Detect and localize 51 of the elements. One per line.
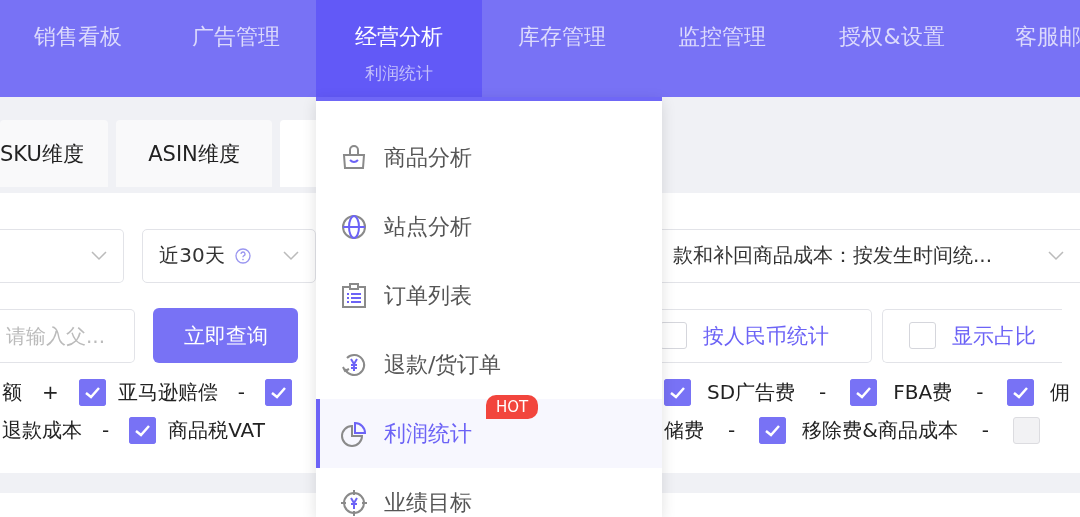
fee-label: 佣 — [1050, 378, 1071, 406]
shopping-bag-icon — [340, 143, 368, 172]
operator-sign: - — [727, 418, 737, 442]
hot-badge: HOT — [486, 395, 539, 419]
checkbox[interactable] — [1007, 378, 1035, 406]
nav-tab[interactable]: 监控管理 — [642, 0, 802, 97]
nav-subtitle: 利润统计 — [365, 62, 433, 85]
checkbox[interactable] — [759, 416, 787, 444]
fee-label: 额 — [2, 378, 22, 406]
help-icon — [234, 247, 251, 264]
tab[interactable]: SKU维度 — [0, 120, 108, 187]
nav-tab[interactable]: 客服邮 — [982, 0, 1080, 97]
checkbox[interactable] — [909, 322, 936, 349]
nav-tab[interactable]: 经营分析 利润统计 — [316, 0, 482, 97]
operator-sign: + — [41, 380, 60, 404]
nav-tab[interactable]: 授权&设置 — [802, 0, 982, 97]
nav-tab[interactable]: 库存管理 — [482, 0, 642, 97]
menu-item[interactable]: 商品分析 — [316, 123, 662, 192]
checkbox[interactable] — [1013, 416, 1041, 444]
checkbox[interactable] — [664, 378, 691, 406]
nav-tab[interactable]: 销售看板 — [0, 0, 156, 97]
tab[interactable]: ASIN维度 — [116, 120, 272, 187]
fee-label: 退款成本 — [2, 416, 82, 444]
checkbox[interactable] — [850, 378, 878, 406]
chevron-down-icon — [283, 250, 299, 261]
search-field[interactable]: 请输入父... — [0, 308, 135, 363]
checkbox[interactable] — [265, 378, 292, 406]
clipboard-list-icon — [340, 281, 368, 310]
checkbox[interactable] — [78, 378, 106, 406]
date-select[interactable]: 近30天 — [142, 228, 316, 283]
globe-icon — [340, 212, 368, 241]
nav-tab[interactable]: 广告管理 — [156, 0, 316, 97]
fee-label: 移除费&商品成本 — [802, 416, 958, 444]
chevron-down-icon — [1048, 250, 1064, 261]
operator-sign: - — [975, 380, 985, 404]
fee-label: 亚马逊赔偿 — [117, 378, 218, 406]
pie-chart-icon — [340, 419, 368, 448]
operator-sign: - — [101, 418, 111, 442]
fee-label: SD广告费 — [707, 378, 796, 406]
checkbox[interactable] — [129, 416, 157, 444]
checkbox[interactable] — [660, 322, 687, 349]
operator-sign: - — [236, 380, 246, 404]
menu-item[interactable]: 业绩目标 — [316, 468, 662, 517]
chevron-down-icon — [91, 250, 108, 261]
operator-sign: - — [818, 380, 828, 404]
fee-label: 商品税VAT — [168, 416, 265, 444]
fee-label: FBA费 — [893, 378, 953, 406]
fee-label: 储费 — [664, 416, 704, 444]
query-button[interactable]: 立即查询 — [153, 308, 298, 363]
operator-sign: - — [980, 418, 991, 442]
option-toggle[interactable]: 显示占比 — [882, 308, 1062, 363]
